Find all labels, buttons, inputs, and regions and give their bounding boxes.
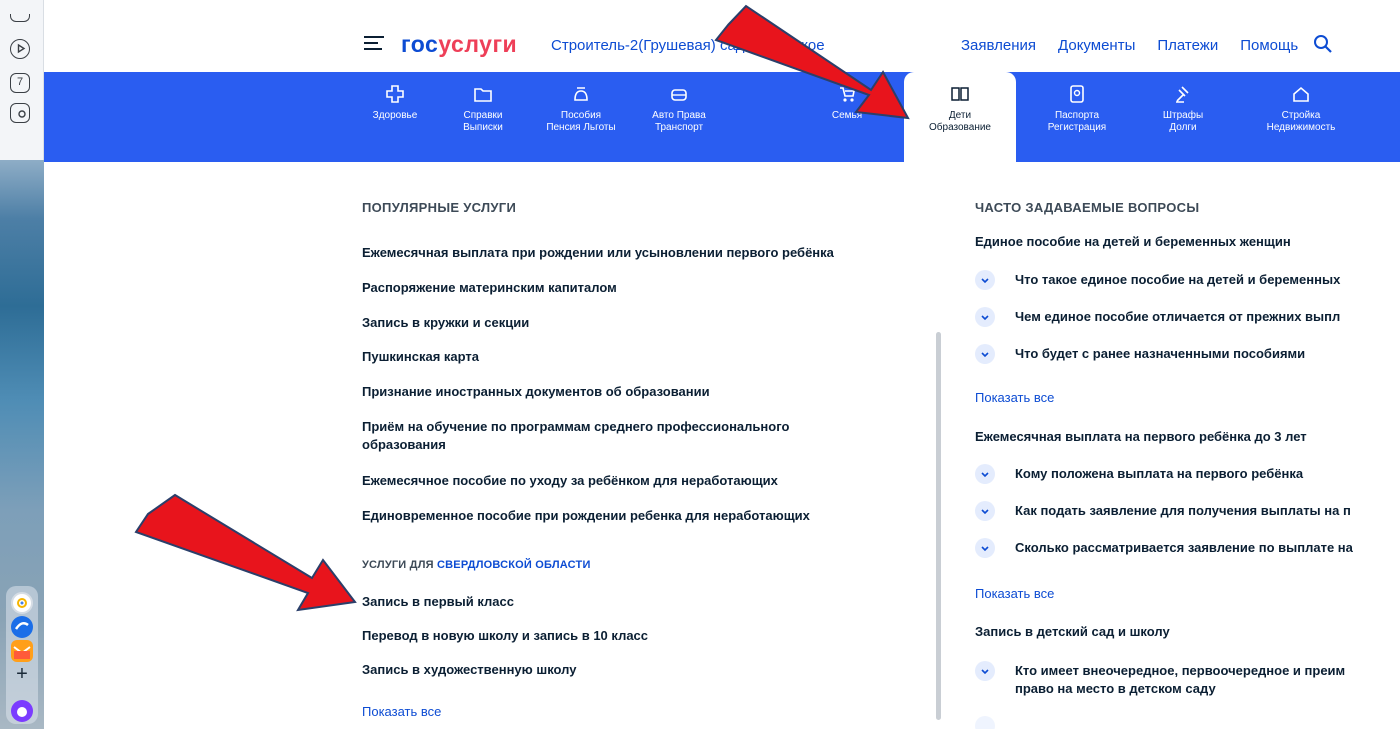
faq-group-title: Единое пособие на детей и беременных жен… xyxy=(975,234,1291,249)
category-children-education[interactable]: Дети Образование xyxy=(904,72,1016,162)
service-link[interactable]: Запись в кружки и секции xyxy=(362,314,529,332)
screenshot-icon[interactable] xyxy=(10,103,30,123)
chevron-down-icon[interactable] xyxy=(975,716,995,729)
chevron-down-icon[interactable] xyxy=(975,538,995,558)
scrollbar[interactable] xyxy=(936,332,941,720)
faq-question[interactable]: Что такое единое пособие на детей и бере… xyxy=(1015,271,1340,289)
alice-app-icon[interactable] xyxy=(11,700,33,722)
service-link[interactable]: Единовременное пособие при рождении ребе… xyxy=(362,507,810,525)
regional-service-link[interactable]: Перевод в новую школу и запись в 10 клас… xyxy=(362,627,648,645)
folder-icon xyxy=(474,88,492,102)
faq-column: ЧАСТО ЗАДАВАЕМЫЕ ВОПРОСЫ Единое пособие … xyxy=(975,196,1400,729)
category-passports[interactable]: Паспорта Регистрация xyxy=(1022,72,1132,162)
category-transport[interactable]: Авто Права Транспорт xyxy=(624,72,734,162)
category-label: Стройка xyxy=(1281,110,1321,121)
category-label: Авто Права xyxy=(652,110,706,121)
add-app-icon[interactable]: + xyxy=(11,664,33,686)
service-link[interactable]: Ежемесячное пособие по уходу за ребёнком… xyxy=(362,472,778,490)
chevron-down-icon[interactable] xyxy=(975,344,995,364)
faq-group-title: Запись в детский сад и школу xyxy=(975,624,1170,639)
category-label: Здоровье xyxy=(372,110,418,121)
category-label: Справки xyxy=(463,110,503,121)
service-link[interactable]: Распоряжение материнским капиталом xyxy=(362,279,617,297)
regional-services-title: УСЛУГИ ДЛЯ СВЕРДЛОВСКОЙ ОБЛАСТИ xyxy=(362,559,591,571)
regional-title-prefix: УСЛУГИ ДЛЯ xyxy=(362,559,437,571)
nav-applications[interactable]: Заявления xyxy=(961,37,1036,54)
faq-question[interactable]: Чем единое пособие отличается от прежних… xyxy=(1015,308,1340,326)
site-header: госуслуги Строитель-2(Грушевая) садоводч… xyxy=(44,0,1400,72)
category-family[interactable]: Семья xyxy=(792,72,902,162)
popular-services-title: ПОПУЛЯРНЫЕ УСЛУГИ xyxy=(362,200,517,215)
service-link[interactable]: Признание иностранных документов об обра… xyxy=(362,383,710,401)
category-fines[interactable]: Штрафы Долги xyxy=(1128,72,1238,162)
category-bar: Здоровье Справки Выписки Пособия Пенсия … xyxy=(44,72,1400,162)
category-label: Дети xyxy=(948,110,972,121)
logo-part-uslugi: услуги xyxy=(438,31,518,57)
chevron-down-icon[interactable] xyxy=(975,270,995,290)
play-icon[interactable] xyxy=(10,39,30,59)
service-link[interactable]: Пушкинская карта xyxy=(362,348,479,366)
faq-question[interactable]: Что будет с ранее назначенными пособиями xyxy=(1015,345,1305,363)
nav-documents[interactable]: Документы xyxy=(1058,37,1135,54)
region-link[interactable]: СВЕРДЛОВСКОЙ ОБЛАСТИ xyxy=(437,559,591,571)
category-benefits[interactable]: Пособия Пенсия Льготы xyxy=(526,72,636,162)
chevron-down-icon[interactable] xyxy=(975,661,995,681)
car-icon xyxy=(671,89,687,101)
faq-show-all-link[interactable]: Показать все xyxy=(975,390,1054,405)
regional-show-all-link[interactable]: Показать все xyxy=(362,704,441,719)
category-label-2: Регистрация xyxy=(1047,122,1107,133)
category-label-2: Выписки xyxy=(463,122,503,133)
category-certificates[interactable]: Справки Выписки xyxy=(428,72,538,162)
category-construction[interactable]: Стройка Недвижимость xyxy=(1246,72,1356,162)
faq-question-continuation[interactable]: право на место в детском саду xyxy=(1015,680,1216,698)
faq-title: ЧАСТО ЗАДАВАЕМЫЕ ВОПРОСЫ xyxy=(975,200,1200,215)
faq-question[interactable]: Сколько рассматривается заявление по вып… xyxy=(1015,539,1353,557)
tab-icon[interactable] xyxy=(10,14,30,22)
faq-question[interactable]: Кому положена выплата на первого ребёнка xyxy=(1015,465,1303,483)
chevron-down-icon[interactable] xyxy=(975,307,995,327)
regional-service-link[interactable]: Запись в художественную школу xyxy=(362,661,576,679)
mail-app-icon[interactable] xyxy=(11,640,33,662)
book-icon xyxy=(951,87,969,101)
category-label-2: Образование xyxy=(929,122,991,133)
messenger-app-icon[interactable] xyxy=(11,616,33,638)
arrow-to-first-class xyxy=(134,493,357,612)
category-label: Семья xyxy=(831,110,863,121)
search-icon[interactable] xyxy=(1313,34,1332,53)
logo-part-gos: гос xyxy=(401,31,439,57)
health-cross-icon xyxy=(386,85,404,103)
chevron-down-icon[interactable] xyxy=(975,501,995,521)
house-icon xyxy=(1293,86,1309,102)
top-navigation: Заявления Документы Платежи Помощь xyxy=(961,37,1298,54)
browser-sidebar: 7 + xyxy=(0,0,44,729)
benefit-icon xyxy=(574,87,588,101)
location-link[interactable]: Строитель-2(Грушевая) садоводческое xyxy=(551,37,825,54)
category-label: Штрафы xyxy=(1162,110,1204,121)
faq-question[interactable]: Кто имеет внеочередное, первоочередное и… xyxy=(1015,662,1345,680)
category-label: Паспорта xyxy=(1054,110,1100,121)
nav-help[interactable]: Помощь xyxy=(1240,37,1298,54)
faq-group-title: Ежемесячная выплата на первого ребёнка д… xyxy=(975,429,1307,444)
nav-payments[interactable]: Платежи xyxy=(1157,37,1218,54)
category-label-2: Долги xyxy=(1169,122,1197,133)
category-label: Пособия xyxy=(560,110,602,121)
yandex-app-icon[interactable] xyxy=(11,592,33,614)
category-label-2: Пенсия Льготы xyxy=(546,122,616,133)
faq-question[interactable]: Как подать заявление для получения выпла… xyxy=(1015,502,1351,520)
calendar-icon[interactable]: 7 xyxy=(10,73,30,93)
faq-show-all-link[interactable]: Показать все xyxy=(975,586,1054,601)
stroller-icon xyxy=(840,87,855,102)
gosuslugi-logo[interactable]: госуслуги xyxy=(401,31,517,58)
service-link[interactable]: Ежемесячная выплата при рождении или усы… xyxy=(362,244,834,262)
chevron-down-icon[interactable] xyxy=(975,464,995,484)
category-label-2: Транспорт xyxy=(654,122,704,133)
gavel-icon xyxy=(1176,86,1189,103)
passport-icon xyxy=(1070,85,1084,103)
category-label-2: Недвижимость xyxy=(1266,122,1336,133)
regional-service-link[interactable]: Запись в первый класс xyxy=(362,593,514,611)
menu-icon[interactable] xyxy=(364,36,384,54)
service-link[interactable]: Приём на обучение по программам среднего… xyxy=(362,418,862,454)
